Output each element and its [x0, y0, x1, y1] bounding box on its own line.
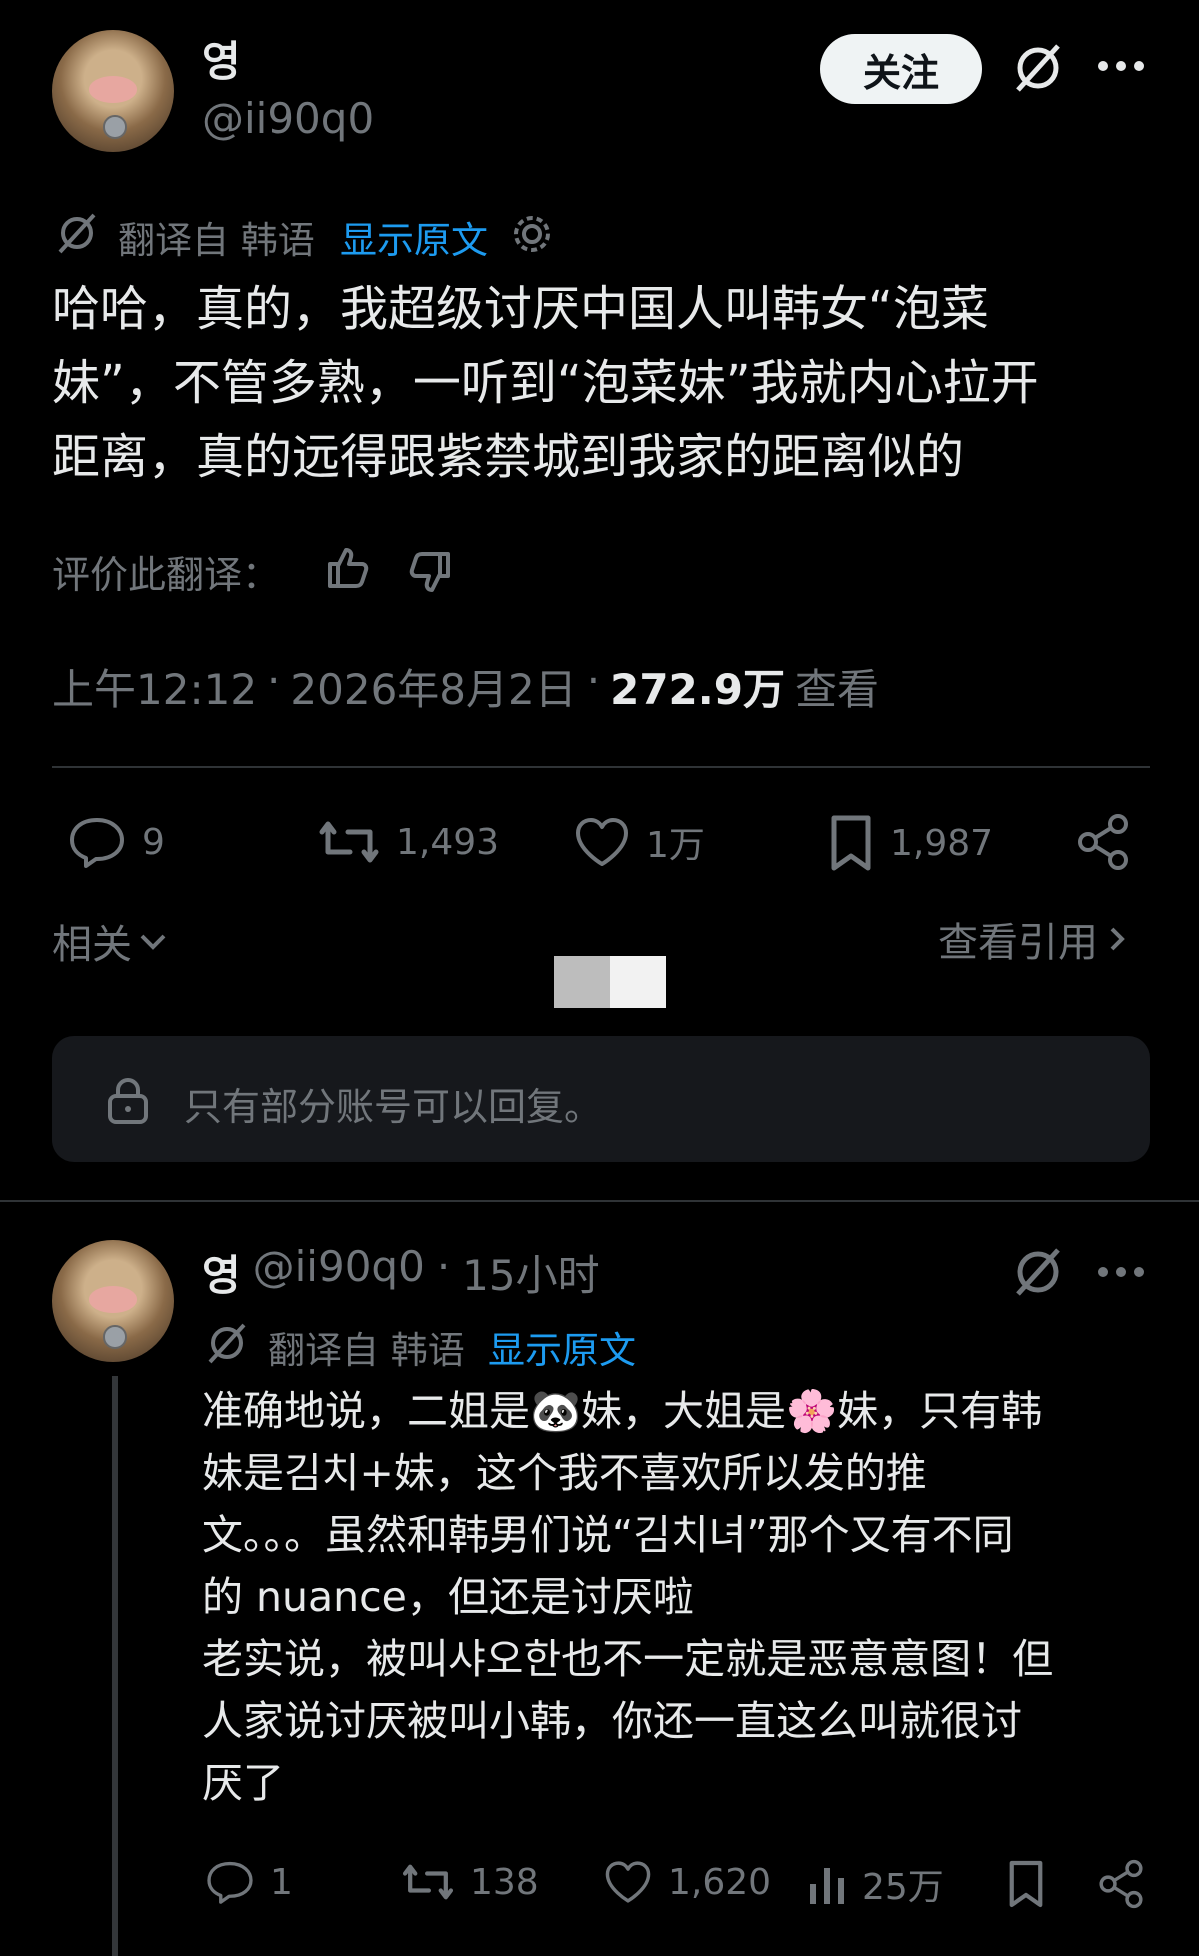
- heart-icon: [605, 1861, 651, 1903]
- analytics-icon: [810, 1868, 844, 1904]
- loading-placeholder: [554, 956, 666, 1008]
- reply-handle[interactable]: @ii90q0: [253, 1242, 425, 1303]
- reply-views-count: 25万: [862, 1867, 944, 1908]
- reply-more-icon[interactable]: [1096, 1264, 1146, 1280]
- reply-like-action[interactable]: 1,620: [602, 1858, 771, 1906]
- chevron-right-icon: [1110, 927, 1125, 951]
- reply-display-name[interactable]: 영: [202, 1242, 241, 1303]
- reply-icon: [70, 818, 124, 868]
- show-original-link[interactable]: 显示原文: [340, 210, 488, 264]
- view-quotes-link[interactable]: 查看引用: [938, 910, 1126, 968]
- post-text: 哈哈，真的，我超级讨厌中国人叫韩女“泡菜 妹”，不管多熟，一听到“泡菜妹”我就内…: [52, 272, 1152, 494]
- reply-text-line: 厌了: [202, 1759, 284, 1807]
- chevron-down-icon: [140, 934, 166, 950]
- post-text-line: 哈哈，真的，我超级讨厌中国人叫韩女“泡菜: [52, 281, 989, 337]
- reply-views-action[interactable]: 25万: [806, 1858, 944, 1910]
- reply-text: 准确地说，二姐是🐼妹，大姐是🌸妹，只有韩 妹是김치+妹，这个我不喜欢所以发的推 …: [202, 1380, 1162, 1814]
- follow-button[interactable]: 关注: [820, 34, 982, 104]
- separator-dot: ·: [586, 656, 601, 705]
- thread-line: [112, 1376, 118, 1956]
- reply-translate-icon: [204, 1320, 250, 1366]
- repost-icon: [402, 1864, 454, 1900]
- like-action[interactable]: 1万: [572, 814, 705, 870]
- repost-count: 1,493: [396, 821, 500, 863]
- post-date[interactable]: 2026年8月2日: [290, 656, 576, 717]
- bookmark-count: 1,987: [890, 822, 994, 864]
- reply-grok-icon[interactable]: [1010, 1244, 1066, 1300]
- view-quotes-label: 查看引用: [938, 920, 1098, 966]
- separator-dot: ·: [436, 1242, 451, 1291]
- post-time[interactable]: 上午12:12: [52, 656, 257, 717]
- post-text-line: 距离，真的远得跟紫禁城到我家的距离似的: [52, 429, 965, 485]
- reply-share-icon[interactable]: [1096, 1858, 1146, 1910]
- reply-bookmark-icon[interactable]: [1004, 1858, 1048, 1910]
- translated-from: 翻译自 韩语: [118, 219, 315, 262]
- display-name[interactable]: 영: [202, 28, 241, 89]
- repost-action[interactable]: 1,493: [316, 814, 499, 870]
- reply-text-line: 妹是김치+妹，这个我不喜欢所以发的推: [202, 1449, 927, 1497]
- thumbs-down-icon[interactable]: [406, 548, 454, 596]
- reply-show-original-link[interactable]: 显示原文: [488, 1320, 636, 1374]
- related-label: 相关: [52, 922, 132, 968]
- share-icon[interactable]: [1074, 812, 1132, 872]
- timestamp-row: 上午12:12 · 2026年8月2日 · 272.9万 查看: [52, 656, 879, 717]
- reply-header: 영 @ii90q0 · 15小时: [202, 1242, 600, 1303]
- reply-avatar[interactable]: [52, 1240, 174, 1362]
- reply-text-line: 老实说，被叫샤오한也不一定就是恶意意图！但: [202, 1635, 1054, 1683]
- reply-like-count: 1,620: [668, 1861, 772, 1903]
- more-icon[interactable]: [1096, 58, 1146, 74]
- reply-repost-count: 138: [470, 1861, 539, 1903]
- grok-icon[interactable]: [1010, 40, 1066, 96]
- views-count[interactable]: 272.9万: [610, 656, 785, 717]
- reply-action[interactable]: 9: [66, 814, 165, 870]
- bookmark-action[interactable]: 1,987: [826, 812, 993, 874]
- rate-translation-label: 评价此翻译：: [52, 553, 281, 597]
- post-text-line: 妹”，不管多熟，一听到“泡菜妹”我就内心拉开: [52, 355, 1039, 411]
- section-divider: [0, 1200, 1199, 1202]
- bookmark-icon: [831, 815, 871, 871]
- translate-icon: [54, 210, 100, 256]
- reply-text-line: 准确地说，二姐是🐼妹，大姐是🌸妹，只有韩: [202, 1387, 1043, 1435]
- reply-translated-from: 翻译自 韩语: [268, 1329, 465, 1372]
- reply-reply-action[interactable]: 1: [204, 1858, 293, 1906]
- reply-text-line: 文。。。虽然和韩男们说“김치녀”那个又有不同: [202, 1511, 1014, 1559]
- reply-time[interactable]: 15小时: [462, 1242, 599, 1303]
- divider: [52, 766, 1150, 768]
- like-count: 1万: [646, 825, 705, 866]
- reply-repost-action[interactable]: 138: [400, 1858, 539, 1906]
- reply-text-line: 人家说讨厌被叫小韩，你还一直这么叫就很讨: [202, 1697, 1022, 1745]
- separator-dot: ·: [267, 656, 281, 705]
- reply-reply-count: 1: [270, 1861, 293, 1903]
- views-label: 查看: [794, 665, 879, 714]
- avatar[interactable]: [52, 30, 174, 152]
- reply-text-line: 的 nuance，但还是讨厌啦: [202, 1573, 694, 1621]
- reply-icon: [207, 1861, 253, 1904]
- related-dropdown[interactable]: 相关: [52, 912, 168, 970]
- reply-count: 9: [142, 821, 165, 863]
- gear-icon[interactable]: [510, 212, 554, 256]
- repost-icon: [319, 821, 379, 863]
- lock-icon: [106, 1076, 150, 1126]
- handle[interactable]: @ii90q0: [202, 94, 374, 143]
- thumbs-up-icon[interactable]: [324, 544, 372, 592]
- reply-restriction-box: 只有部分账号可以回复。: [52, 1036, 1150, 1162]
- reply-restriction-text: 只有部分账号可以回复。: [184, 1085, 603, 1129]
- heart-icon: [576, 818, 628, 866]
